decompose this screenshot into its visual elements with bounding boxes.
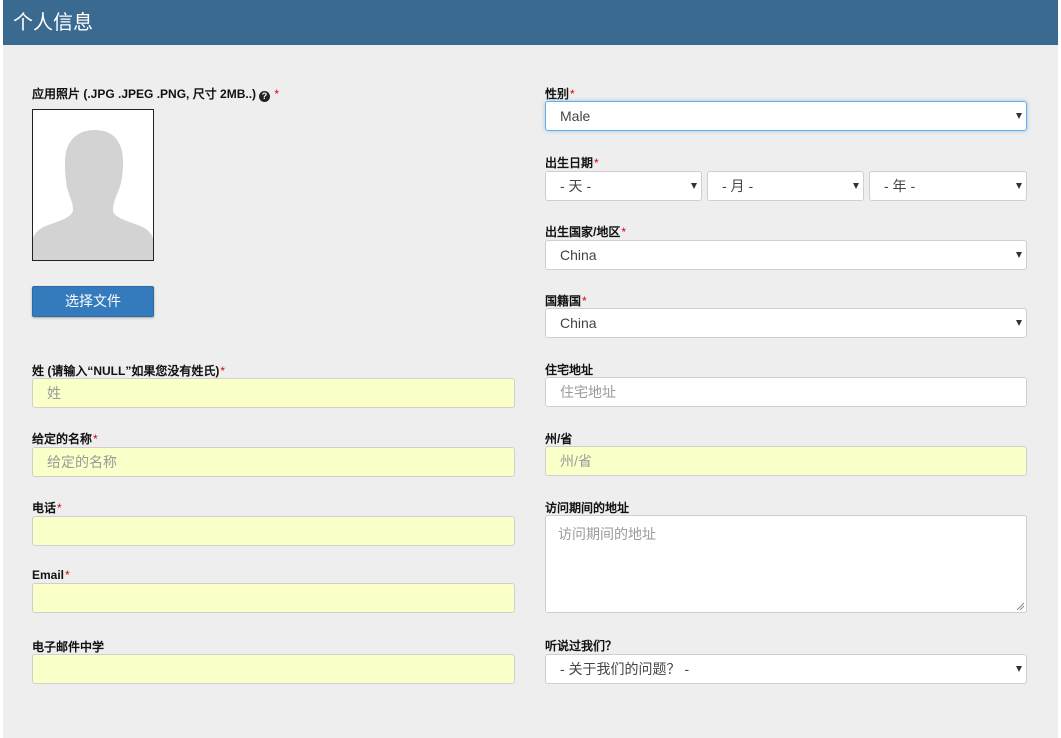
required-mark: *	[220, 364, 225, 378]
required-mark: *	[621, 225, 627, 239]
surname-label-text: 姓 (请输入“NULL”如果您没有姓氏)	[32, 364, 220, 378]
photo-preview	[32, 109, 154, 261]
state-label-text: 州/省	[545, 432, 573, 446]
photo-label: 应用照片 (.JPG .JPEG .PNG, 尺寸 2MB..)? *	[32, 87, 279, 102]
required-mark: *	[570, 87, 575, 101]
help-icon[interactable]: ?	[259, 91, 271, 102]
visit-address-label-text: 访问期间的地址	[545, 501, 630, 515]
email-input[interactable]	[32, 583, 515, 613]
panel-header: 个人信息	[3, 0, 1058, 45]
chevron-down-icon	[1016, 183, 1022, 189]
heard-about-select[interactable]: - 关于我们的问题？ -	[545, 654, 1027, 684]
heard-about-label: 听说过我们？	[545, 639, 617, 653]
birth-month-select[interactable]: - 月 -	[707, 171, 864, 201]
choose-file-button[interactable]: 选择文件	[32, 286, 154, 317]
birth-year-value: - 年 -	[884, 178, 916, 194]
gender-label-text: 性别	[545, 87, 570, 101]
chevron-down-icon	[1016, 320, 1022, 326]
birth-country-label: 出生国家/地区*	[545, 225, 626, 239]
visit-address-label: 访问期间的地址	[545, 501, 629, 515]
birth-country-value: China	[560, 247, 597, 263]
given-name-label-text: 给定的名称	[32, 432, 93, 446]
surname-placeholder: 姓	[47, 385, 61, 401]
birth-date-label-text: 出生日期	[545, 156, 594, 170]
school-email-label-text: 电子邮件中学	[32, 640, 105, 654]
nationality-label-text: 国籍国	[545, 294, 582, 308]
school-email-input[interactable]	[32, 654, 515, 684]
personal-info-panel: 个人信息 应用照片 (.JPG .JPEG .PNG, 尺寸 2MB..)? *…	[3, 0, 1058, 738]
required-mark: *	[93, 432, 98, 446]
given-name-placeholder: 给定的名称	[47, 454, 117, 470]
resize-handle-icon[interactable]	[1016, 602, 1024, 610]
required-mark: *	[594, 156, 599, 170]
birth-country-label-text: 出生国家/地区	[545, 225, 621, 239]
page-title: 个人信息	[13, 12, 93, 34]
chevron-down-icon	[853, 183, 859, 189]
birth-country-select[interactable]: China	[545, 240, 1027, 270]
gender-value: Male	[560, 108, 591, 124]
birth-day-value: - 天 -	[560, 178, 592, 194]
required-mark: *	[57, 501, 62, 515]
nationality-value: China	[560, 315, 597, 331]
given-name-label: 给定的名称*	[32, 432, 98, 446]
chevron-down-icon	[691, 183, 697, 189]
state-label: 州/省	[545, 432, 572, 446]
chevron-down-icon	[1016, 252, 1022, 258]
birth-day-select[interactable]: - 天 -	[545, 171, 702, 201]
home-address-placeholder: 住宅地址	[560, 384, 616, 400]
home-address-label-text: 住宅地址	[545, 363, 594, 377]
nationality-label: 国籍国*	[545, 294, 587, 308]
required-mark: *	[65, 568, 70, 582]
birth-date-label: 出生日期*	[545, 156, 599, 170]
visit-address-placeholder: 访问期间的地址	[558, 526, 656, 542]
home-address-input[interactable]: 住宅地址	[545, 377, 1027, 407]
state-input[interactable]: 州/省	[545, 446, 1027, 476]
email-label: Email*	[32, 568, 70, 582]
chevron-down-icon	[1016, 666, 1022, 672]
home-address-label: 住宅地址	[545, 363, 593, 377]
required-mark: *	[582, 294, 587, 308]
heard-about-label-text: 听说过我们？	[545, 639, 618, 653]
phone-input[interactable]	[32, 516, 515, 546]
surname-label: 姓 (请输入“NULL”如果您没有姓氏)*	[32, 364, 225, 378]
required-mark: *	[274, 87, 280, 101]
nationality-select[interactable]: China	[545, 308, 1027, 338]
visit-address-textarea[interactable]: 访问期间的地址	[545, 515, 1027, 613]
avatar-placeholder-icon	[33, 130, 153, 260]
chevron-down-icon	[1016, 113, 1022, 119]
gender-label: 性别*	[545, 87, 575, 101]
heard-about-value: - 关于我们的问题？ -	[560, 661, 690, 677]
birth-year-select[interactable]: - 年 -	[869, 171, 1027, 201]
email-label-text: Email	[32, 568, 65, 582]
photo-label-text: 应用照片 (.JPG .JPEG .PNG, 尺寸 2MB..)	[32, 87, 257, 101]
given-name-input[interactable]: 给定的名称	[32, 447, 515, 477]
school-email-label: 电子邮件中学	[32, 640, 104, 654]
state-placeholder: 州/省	[560, 453, 592, 469]
phone-label: 电话*	[32, 501, 62, 515]
surname-input[interactable]: 姓	[32, 378, 515, 408]
phone-label-text: 电话	[32, 501, 57, 515]
birth-month-value: - 月 -	[722, 178, 754, 194]
gender-select[interactable]: Male	[545, 101, 1027, 131]
